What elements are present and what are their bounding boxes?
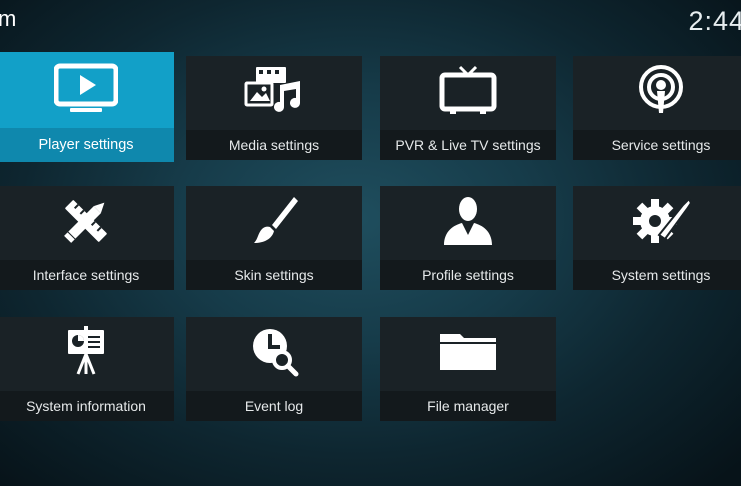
broadcast-icon bbox=[629, 64, 693, 122]
tile-interface-settings[interactable]: Interface settings bbox=[0, 186, 174, 290]
tile-media-settings[interactable]: Media settings bbox=[186, 56, 362, 160]
tile-label: System settings bbox=[573, 260, 741, 290]
tile-label: Event log bbox=[186, 391, 362, 421]
tile-label: System information bbox=[0, 391, 174, 421]
tile-player-settings[interactable]: Player settings bbox=[0, 52, 174, 162]
tile-system-settings[interactable]: System settings bbox=[573, 186, 741, 290]
clock: 2:44 bbox=[688, 6, 741, 36]
paintbrush-icon bbox=[242, 195, 306, 252]
tile-pvr-live-tv-settings[interactable]: PVR & Live TV settings bbox=[380, 56, 556, 160]
tile-service-settings[interactable]: Service settings bbox=[573, 56, 741, 160]
folder-icon bbox=[436, 326, 500, 383]
tile-label: Interface settings bbox=[0, 260, 174, 290]
pencil-ruler-icon bbox=[54, 195, 118, 252]
profile-icon bbox=[436, 195, 500, 252]
player-screen-icon bbox=[53, 62, 119, 119]
tile-label: Profile settings bbox=[380, 260, 556, 290]
tile-file-manager[interactable]: File manager bbox=[380, 317, 556, 421]
tile-label: Service settings bbox=[573, 130, 741, 160]
media-icon bbox=[242, 65, 306, 122]
tv-icon bbox=[436, 65, 500, 122]
tile-skin-settings[interactable]: Skin settings bbox=[186, 186, 362, 290]
clock-search-icon bbox=[242, 326, 306, 383]
tile-label: Skin settings bbox=[186, 260, 362, 290]
tile-profile-settings[interactable]: Profile settings bbox=[380, 186, 556, 290]
page-title: m bbox=[0, 6, 17, 31]
presentation-board-icon bbox=[54, 325, 118, 383]
gear-wrench-icon bbox=[629, 195, 693, 252]
tile-label: File manager bbox=[380, 391, 556, 421]
tile-label: Media settings bbox=[186, 130, 362, 160]
tile-label: PVR & Live TV settings bbox=[380, 130, 556, 160]
tile-event-log[interactable]: Event log bbox=[186, 317, 362, 421]
tile-label: Player settings bbox=[0, 128, 174, 162]
tile-system-information[interactable]: System information bbox=[0, 317, 174, 421]
